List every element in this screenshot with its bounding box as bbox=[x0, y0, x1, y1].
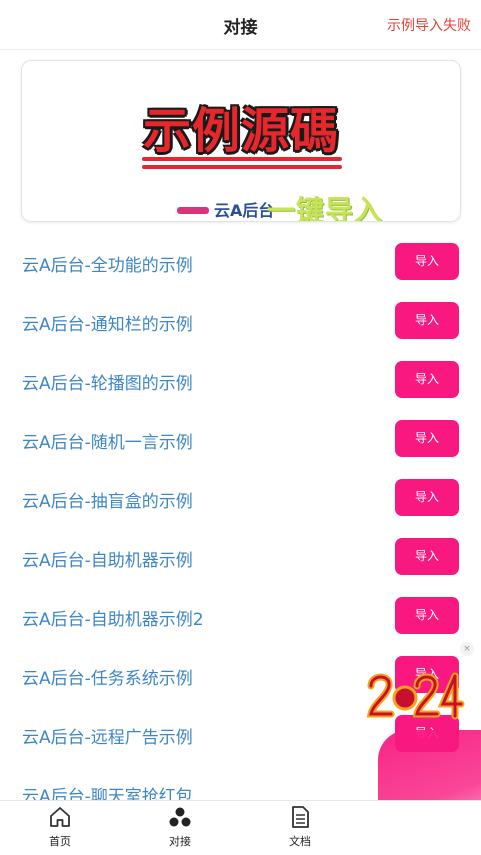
floating-2024-badge[interactable] bbox=[365, 668, 465, 722]
banner-stripe-bottom bbox=[142, 165, 342, 169]
example-title[interactable]: 云A后台-任务系统示例 bbox=[22, 664, 193, 689]
home-icon bbox=[50, 807, 70, 827]
list-item: 云A后台-轮播图的示例 导入 bbox=[0, 349, 481, 407]
import-button[interactable]: 导入 bbox=[395, 538, 459, 575]
import-button[interactable]: 导入 bbox=[395, 302, 459, 339]
import-button[interactable]: 导入 bbox=[395, 597, 459, 634]
banner-subtitle: 一键导入 bbox=[267, 194, 384, 222]
import-failed-link[interactable]: 示例导入失败 bbox=[387, 15, 471, 35]
tab-integration[interactable]: 对接 bbox=[150, 805, 210, 853]
list-item: 云A后台-自助机器示例 导入 bbox=[0, 526, 481, 584]
tab-label: 文档 bbox=[289, 835, 311, 848]
top-navigation-bar: 对接 示例导入失败 bbox=[0, 0, 481, 50]
banner-image: 示例源碼 云A后台 一键导入 bbox=[21, 60, 461, 222]
import-button[interactable]: 导入 bbox=[395, 361, 459, 398]
cluster-icon bbox=[169, 807, 191, 827]
example-title[interactable]: 云A后台-自助机器示例2 bbox=[22, 605, 204, 630]
list-item: 云A后台-通知栏的示例 导入 bbox=[0, 290, 481, 348]
document-icon bbox=[292, 806, 309, 828]
list-item: 云A后台-自助机器示例2 导入 bbox=[0, 585, 481, 643]
example-title[interactable]: 云A后台-自助机器示例 bbox=[22, 546, 193, 571]
example-title[interactable]: 云A后台-远程广告示例 bbox=[22, 723, 193, 748]
tab-label: 对接 bbox=[169, 835, 191, 848]
tab-docs[interactable]: 文档 bbox=[270, 805, 330, 853]
import-button[interactable]: 导入 bbox=[395, 420, 459, 457]
import-button[interactable]: 导入 bbox=[395, 243, 459, 280]
banner-dash bbox=[177, 207, 209, 214]
import-button[interactable]: 导入 bbox=[395, 479, 459, 516]
banner-subtitle-brand: 云A后台 bbox=[214, 201, 275, 220]
list-item: 云A后台-随机一言示例 导入 bbox=[0, 408, 481, 466]
banner-stripe-top bbox=[142, 157, 342, 161]
example-title[interactable]: 云A后台-轮播图的示例 bbox=[22, 369, 193, 394]
example-title[interactable]: 云A后台-通知栏的示例 bbox=[22, 310, 193, 335]
list-item: 云A后台-抽盲盒的示例 导入 bbox=[0, 467, 481, 525]
tab-label: 首页 bbox=[49, 835, 71, 848]
new-year-2024-icon bbox=[366, 672, 465, 720]
list-item: 云A后台-全功能的示例 导入 bbox=[0, 231, 481, 289]
banner-title: 示例源碼 bbox=[142, 103, 339, 159]
bottom-tab-bar: 首页 对接 文档 bbox=[0, 800, 481, 855]
example-title[interactable]: 云A后台-随机一言示例 bbox=[22, 428, 193, 453]
tab-home[interactable]: 首页 bbox=[30, 805, 90, 853]
example-title[interactable]: 云A后台-全功能的示例 bbox=[22, 251, 193, 276]
close-icon[interactable]: × bbox=[460, 642, 474, 656]
example-title[interactable]: 云A后台-抽盲盒的示例 bbox=[22, 487, 193, 512]
